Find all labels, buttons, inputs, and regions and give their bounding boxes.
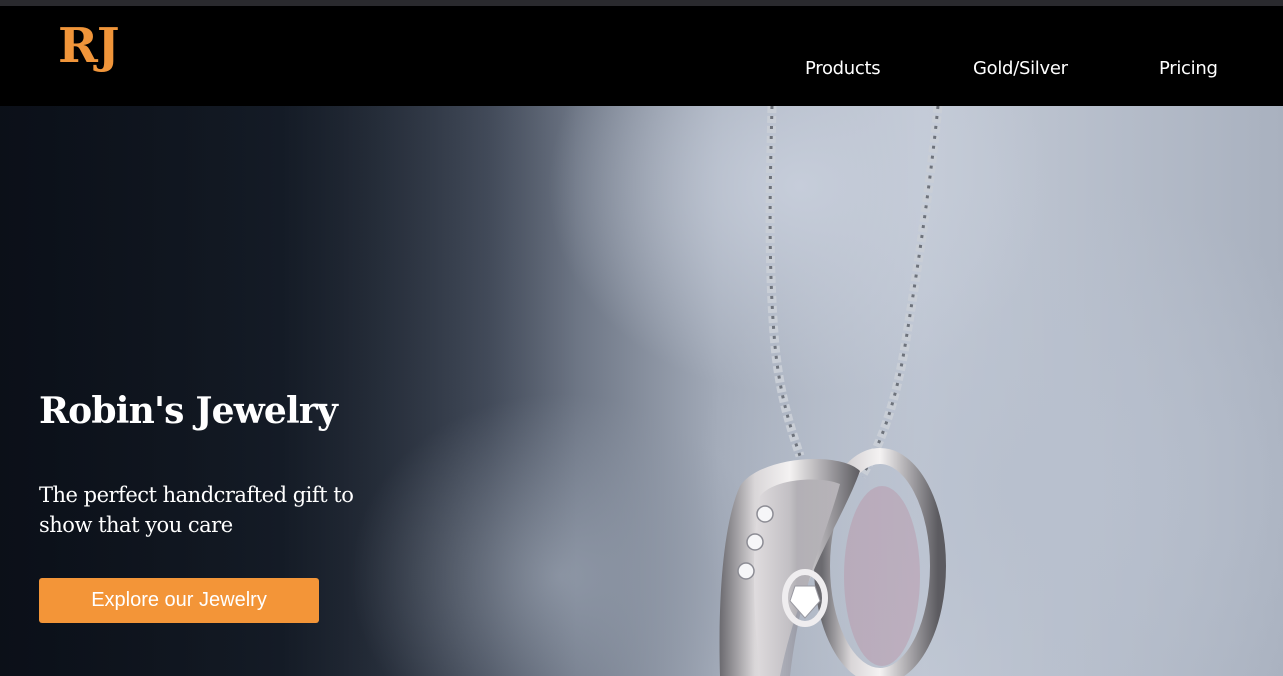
- top-navigation-bar: RJ Products Gold/Silver Pricing: [0, 6, 1283, 106]
- hero-title: Robin's Jewelry: [39, 390, 338, 432]
- explore-jewelry-button[interactable]: Explore our Jewelry: [39, 578, 319, 623]
- nav-link-products[interactable]: Products: [805, 58, 881, 79]
- brand-logo[interactable]: RJ: [58, 22, 120, 70]
- nav-link-pricing[interactable]: Pricing: [1159, 58, 1218, 79]
- nav-link-gold-silver[interactable]: Gold/Silver: [973, 58, 1068, 79]
- hero-section: Robin's Jewelry The perfect handcrafted …: [0, 106, 1283, 676]
- hero-subtitle: The perfect handcrafted gift to show tha…: [39, 483, 354, 537]
